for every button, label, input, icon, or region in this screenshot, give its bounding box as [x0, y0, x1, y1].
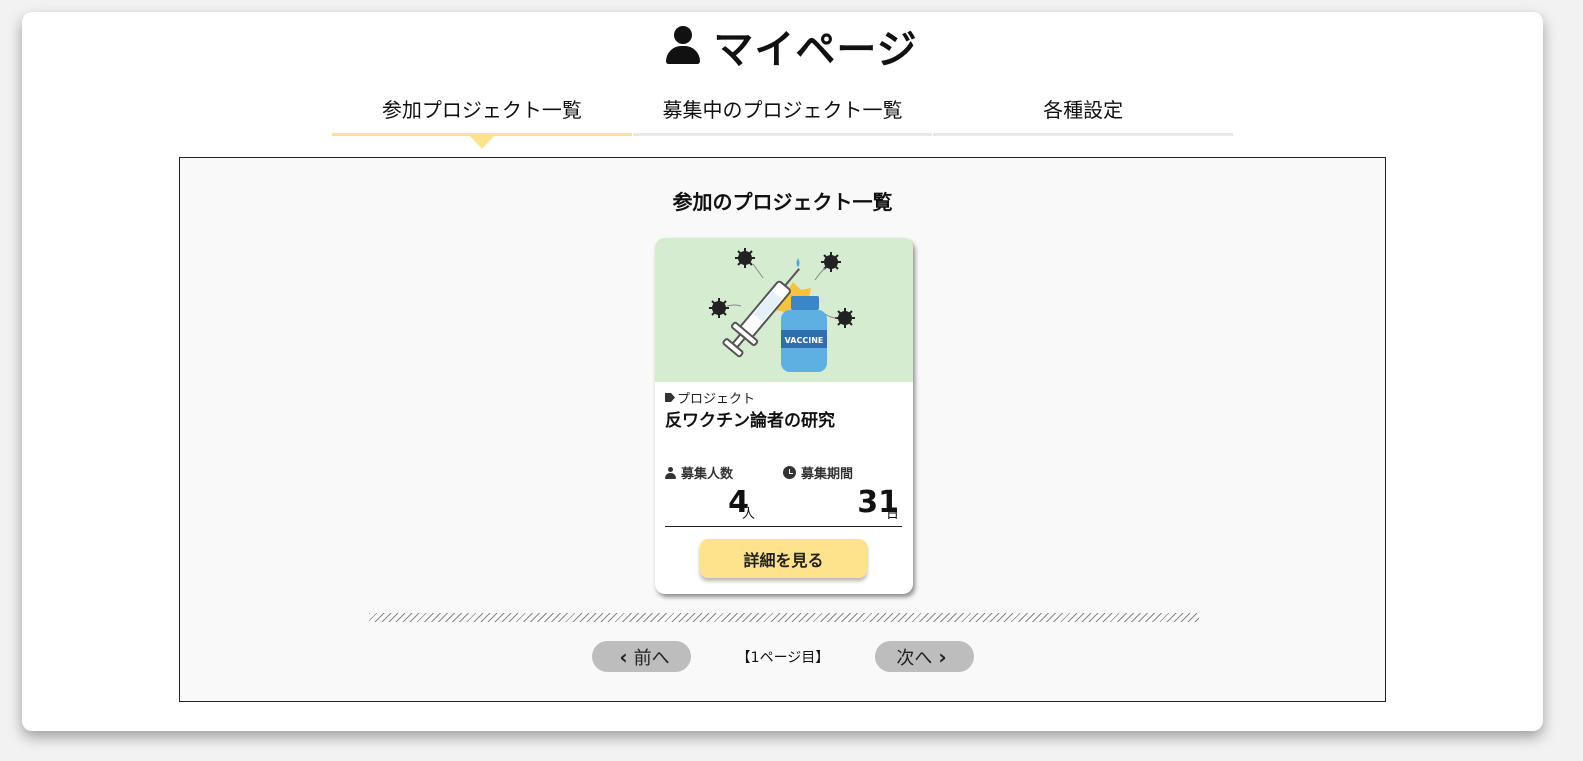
- user-icon: [665, 24, 701, 68]
- project-category: プロジェクト: [665, 388, 755, 407]
- vaccine-illustration: VACCINE: [709, 248, 855, 372]
- recruit-count-label-text: 募集人数: [681, 467, 734, 482]
- project-category-label: プロジェクト: [677, 392, 756, 407]
- tab-joined-projects[interactable]: 参加プロジェクト一覧: [332, 88, 632, 149]
- page-title-text: マイページ: [713, 27, 918, 73]
- recruit-period-unit: 日: [886, 507, 900, 522]
- recruit-count-unit: 人: [742, 507, 756, 522]
- page-title: マイページ: [0, 24, 1583, 75]
- chevron-right-icon: ›: [938, 644, 947, 669]
- prev-page-button[interactable]: ‹ 前へ: [592, 641, 691, 672]
- tab-recruiting-projects[interactable]: 募集中のプロジェクト一覧: [632, 88, 933, 136]
- tab-joined-projects-label: 参加プロジェクト一覧: [381, 98, 582, 122]
- tab-recruiting-projects-label: 募集中のプロジェクト一覧: [662, 98, 903, 122]
- project-card[interactable]: VACCINE プロジェクト 反ワクチン論者の研究 募集人数 募集期間 4 人 …: [655, 238, 913, 594]
- recruit-period-label-text: 募集期間: [801, 467, 854, 482]
- card-divider: [665, 526, 902, 527]
- next-page-button[interactable]: 次へ ›: [875, 641, 974, 672]
- project-image: VACCINE: [655, 238, 913, 382]
- hatched-divider: [369, 613, 1199, 622]
- tab-bar: 参加プロジェクト一覧 募集中のプロジェクト一覧 各種設定: [332, 88, 1234, 149]
- clock-icon: [783, 466, 796, 479]
- tag-icon: [665, 393, 675, 402]
- page-indicator: 【1ページ目】: [736, 650, 830, 666]
- project-list-panel: 参加のプロジェクト一覧 VACCINE プロジェクト 反ワクチン論者の研究 募集…: [179, 157, 1386, 702]
- project-title: 反ワクチン論者の研究: [665, 411, 835, 431]
- person-icon: [665, 466, 676, 479]
- vaccine-label: VACCINE: [785, 336, 824, 345]
- chevron-left-icon: ‹: [619, 644, 628, 669]
- active-tab-caret-icon: [468, 134, 496, 149]
- recruit-count-label: 募集人数: [665, 463, 733, 482]
- next-page-label: 次へ: [896, 647, 933, 669]
- tab-settings-label: 各種設定: [1043, 98, 1124, 122]
- panel-title: 参加のプロジェクト一覧: [672, 190, 893, 214]
- tab-settings[interactable]: 各種設定: [933, 88, 1234, 136]
- prev-page-label: 前へ: [633, 647, 670, 669]
- view-details-button[interactable]: 詳細を見る: [700, 539, 867, 578]
- recruit-period-label: 募集期間: [783, 463, 853, 482]
